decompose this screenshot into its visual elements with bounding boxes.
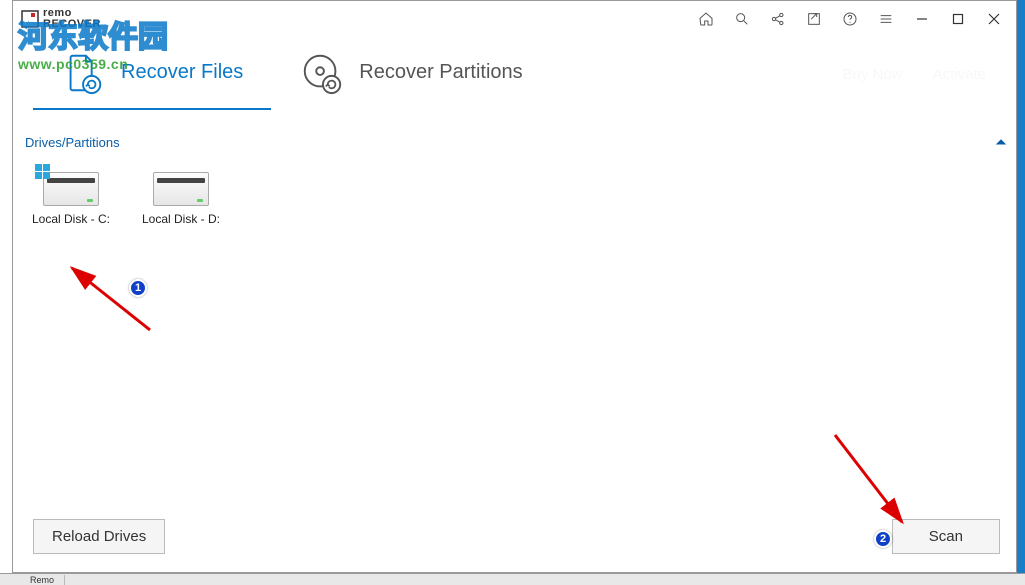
reload-drives-button[interactable]: Reload Drives [33,519,165,554]
titlebar-actions [688,1,904,37]
tab-recover-files[interactable]: Recover Files [33,37,271,110]
faded-actions: Buy Now Activate [843,37,986,111]
drive-label: Local Disk - C: [32,212,110,226]
title-bar: remo RECOVER [13,1,1016,37]
tab-recover-partitions[interactable]: Recover Partitions [271,37,550,110]
chevron-up-icon [996,135,1006,150]
taskbar: Remo [0,573,1025,585]
menu-icon[interactable] [868,1,904,37]
drive-d[interactable]: Local Disk - D: [137,168,225,230]
recover-files-icon [61,50,107,96]
close-button[interactable] [976,1,1012,37]
tab-label: Recover Files [121,61,243,84]
logo-text-bottom: RECOVER [43,19,101,30]
main-content: Drives/Partitions Local Dis [13,111,1016,572]
drive-icon [43,172,99,206]
logo-mark-icon [21,10,39,28]
drive-c[interactable]: Local Disk - C: [27,168,115,230]
faded-activate: Activate [933,66,986,83]
tab-label: Recover Partitions [359,61,522,84]
section-header-drives[interactable]: Drives/Partitions [23,135,1008,156]
minimize-button[interactable] [904,1,940,37]
help-icon[interactable] [832,1,868,37]
app-logo: remo RECOVER [21,8,101,30]
window-controls [904,1,1012,37]
footer-bar: Reload Drives Scan [23,511,1008,564]
search-icon[interactable] [724,1,760,37]
app-window: remo RECOVER [12,0,1017,573]
taskbar-item[interactable]: Remo [20,575,65,585]
recover-partitions-icon [299,50,345,96]
drive-list: Local Disk - C: Local Disk - D: [23,156,1008,511]
scan-button[interactable]: Scan [892,519,1000,554]
maximize-button[interactable] [940,1,976,37]
export-icon[interactable] [796,1,832,37]
drive-label: Local Disk - D: [142,212,220,226]
share-icon[interactable] [760,1,796,37]
drive-icon [153,172,209,206]
windows-badge-icon [35,164,51,180]
desktop-background-strip [0,0,12,585]
home-icon[interactable] [688,1,724,37]
section-title: Drives/Partitions [25,135,996,150]
faded-buy-now: Buy Now [843,66,903,83]
tab-row: Recover Files Recover Partitions Buy Now… [13,37,1016,111]
